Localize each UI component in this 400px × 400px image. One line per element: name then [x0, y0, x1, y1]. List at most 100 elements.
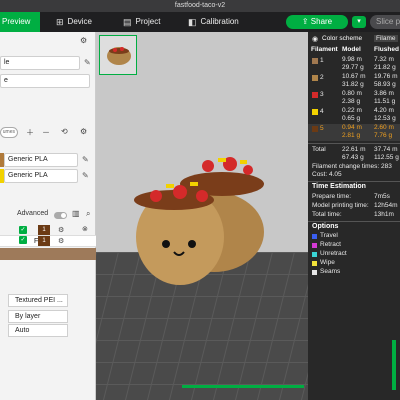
- seams-swatch[interactable]: [312, 270, 317, 275]
- taco-thumbnail-icon: [107, 47, 131, 65]
- 3d-viewport[interactable]: [96, 32, 308, 400]
- flush-g: 12.53 g: [374, 115, 396, 122]
- flush-m: 3.86 m: [374, 90, 394, 97]
- flush-g: 58.93 g: [374, 81, 396, 88]
- retract-swatch[interactable]: [312, 243, 317, 248]
- gear-icon[interactable]: ⚙: [80, 36, 87, 45]
- tab-device[interactable]: ⊞ Device: [56, 12, 92, 32]
- advanced-toggle[interactable]: [54, 212, 67, 219]
- prepare-time-label: Prepare time:: [312, 193, 352, 200]
- total-model-m: 22.61 m: [342, 146, 366, 153]
- plate-type-select[interactable]: Textured PEI ...: [8, 294, 68, 307]
- filament2-select[interactable]: Generic PLA: [4, 169, 78, 183]
- prepare-time-value: 7m5s: [374, 193, 390, 200]
- filament-swatch: [312, 75, 318, 81]
- time-estimation-title: Time Estimation: [312, 183, 366, 190]
- option-unretract[interactable]: Unretract: [320, 250, 347, 257]
- vertical-layer-slider[interactable]: [392, 340, 396, 390]
- close-icon[interactable]: ⊗: [82, 225, 88, 233]
- left-sidebar: ⚙ le ✎ e umes ＋ － ⟲ ⚙ Generic PLA ✎ Gene…: [0, 32, 96, 400]
- compare-icon[interactable]: ▥: [72, 209, 80, 218]
- option-wipe[interactable]: Wipe: [320, 259, 335, 266]
- flush-m: 2.60 m: [374, 124, 394, 131]
- filament1-select[interactable]: Generic PLA: [4, 153, 78, 167]
- edit-icon[interactable]: ✎: [82, 155, 89, 164]
- device-icon: ⊞: [56, 17, 64, 27]
- edit-icon[interactable]: ✎: [84, 58, 91, 67]
- volumes-chip[interactable]: umes: [0, 127, 18, 138]
- add-icon[interactable]: ＋: [26, 127, 34, 138]
- tab-project[interactable]: ▤ Project: [123, 12, 160, 32]
- total-time-label: Total time:: [312, 211, 342, 218]
- model-g: 0.65 g: [342, 115, 361, 122]
- share-dropdown-chevron-down-icon[interactable]: ▾: [352, 16, 366, 28]
- plate-field[interactable]: e: [0, 74, 90, 88]
- filament-swatch: [312, 58, 318, 64]
- printer-field[interactable]: le: [0, 56, 80, 70]
- col-model-header: Model: [342, 46, 361, 53]
- option-seams[interactable]: Seams: [320, 268, 340, 275]
- flush-g: 11.51 g: [374, 98, 396, 105]
- tab-device-label: Device: [67, 17, 92, 26]
- slice-info-panel: ◉ Color scheme Filame Filament Model Flu…: [308, 32, 400, 400]
- row-id: 4: [320, 108, 324, 115]
- model-time-value: 12h54m: [374, 202, 398, 209]
- slice-plate-button[interactable]: Slice pl: [370, 15, 400, 29]
- share-button[interactable]: ⇪ Share: [286, 15, 348, 29]
- model-g: 2.38 g: [342, 98, 361, 105]
- calibration-icon: ◧: [188, 17, 197, 27]
- mode-select[interactable]: Auto: [8, 324, 68, 337]
- option-retract[interactable]: Retract: [320, 241, 341, 248]
- settings-icon[interactable]: ⚙: [58, 237, 64, 245]
- minus-icon[interactable]: －: [42, 127, 50, 138]
- flush-m: 7.32 m: [374, 56, 394, 63]
- object-row-highlight[interactable]: [0, 248, 96, 260]
- tab-calibration-label: Calibration: [200, 17, 239, 26]
- total-flush-m: 37.74 m: [374, 146, 398, 153]
- model-g: 2.81 g: [342, 132, 361, 139]
- travel-swatch[interactable]: [312, 234, 317, 239]
- cost: Cost: 4.05: [312, 171, 342, 178]
- share-icon: ⇪: [301, 17, 309, 26]
- sequence-select[interactable]: By layer: [8, 310, 68, 323]
- checkbox[interactable]: ✓: [19, 236, 27, 244]
- flush-m: 19.76 m: [374, 73, 398, 80]
- settings-icon[interactable]: ⚙: [58, 226, 64, 234]
- filament-badge[interactable]: 1: [38, 225, 50, 235]
- row-id: 1: [320, 57, 324, 64]
- tab-preview[interactable]: Preview: [0, 12, 40, 32]
- tab-project-label: Project: [135, 17, 161, 26]
- model-m: 0.80 m: [342, 90, 362, 97]
- model-g: 29.77 g: [342, 64, 364, 71]
- option-travel[interactable]: Travel: [320, 232, 338, 239]
- settings-icon[interactable]: ⚙: [80, 127, 87, 136]
- col-filament-header: Filament: [311, 46, 338, 53]
- model-g: 31.82 g: [342, 81, 364, 88]
- tab-calibration[interactable]: ◧ Calibration: [188, 12, 239, 32]
- filament-swatch: [312, 126, 318, 132]
- row-id: 5: [320, 125, 324, 132]
- layer-slider[interactable]: [182, 385, 304, 388]
- row-id: 2: [320, 74, 324, 81]
- wipe-swatch[interactable]: [312, 261, 317, 266]
- options-title: Options: [312, 223, 339, 230]
- filament-swatch: [312, 92, 318, 98]
- checkbox[interactable]: ✓: [19, 226, 27, 234]
- color-scheme-select[interactable]: Filame: [374, 35, 398, 42]
- taco-model[interactable]: [96, 32, 308, 400]
- sync-icon[interactable]: ⟲: [61, 127, 68, 136]
- flush-g: 7.76 g: [374, 132, 393, 139]
- col-flushed-header: Flushed: [374, 46, 399, 53]
- row-id: 3: [320, 91, 324, 98]
- color-scheme-label: Color scheme: [322, 35, 363, 42]
- total-model-g: 67.43 g: [342, 154, 364, 161]
- edit-icon[interactable]: ✎: [82, 171, 89, 180]
- filament-change-times: Filament change times: 283: [312, 163, 392, 170]
- flush-m: 4.20 m: [374, 107, 394, 114]
- flush-g: 21.82 g: [374, 64, 396, 71]
- model-m: 0.94 m: [342, 124, 362, 131]
- filament-badge[interactable]: 1: [38, 236, 50, 246]
- unretract-swatch[interactable]: [312, 252, 317, 257]
- search-icon[interactable]: ⌕: [86, 209, 90, 219]
- plate-thumbnail[interactable]: [99, 35, 137, 75]
